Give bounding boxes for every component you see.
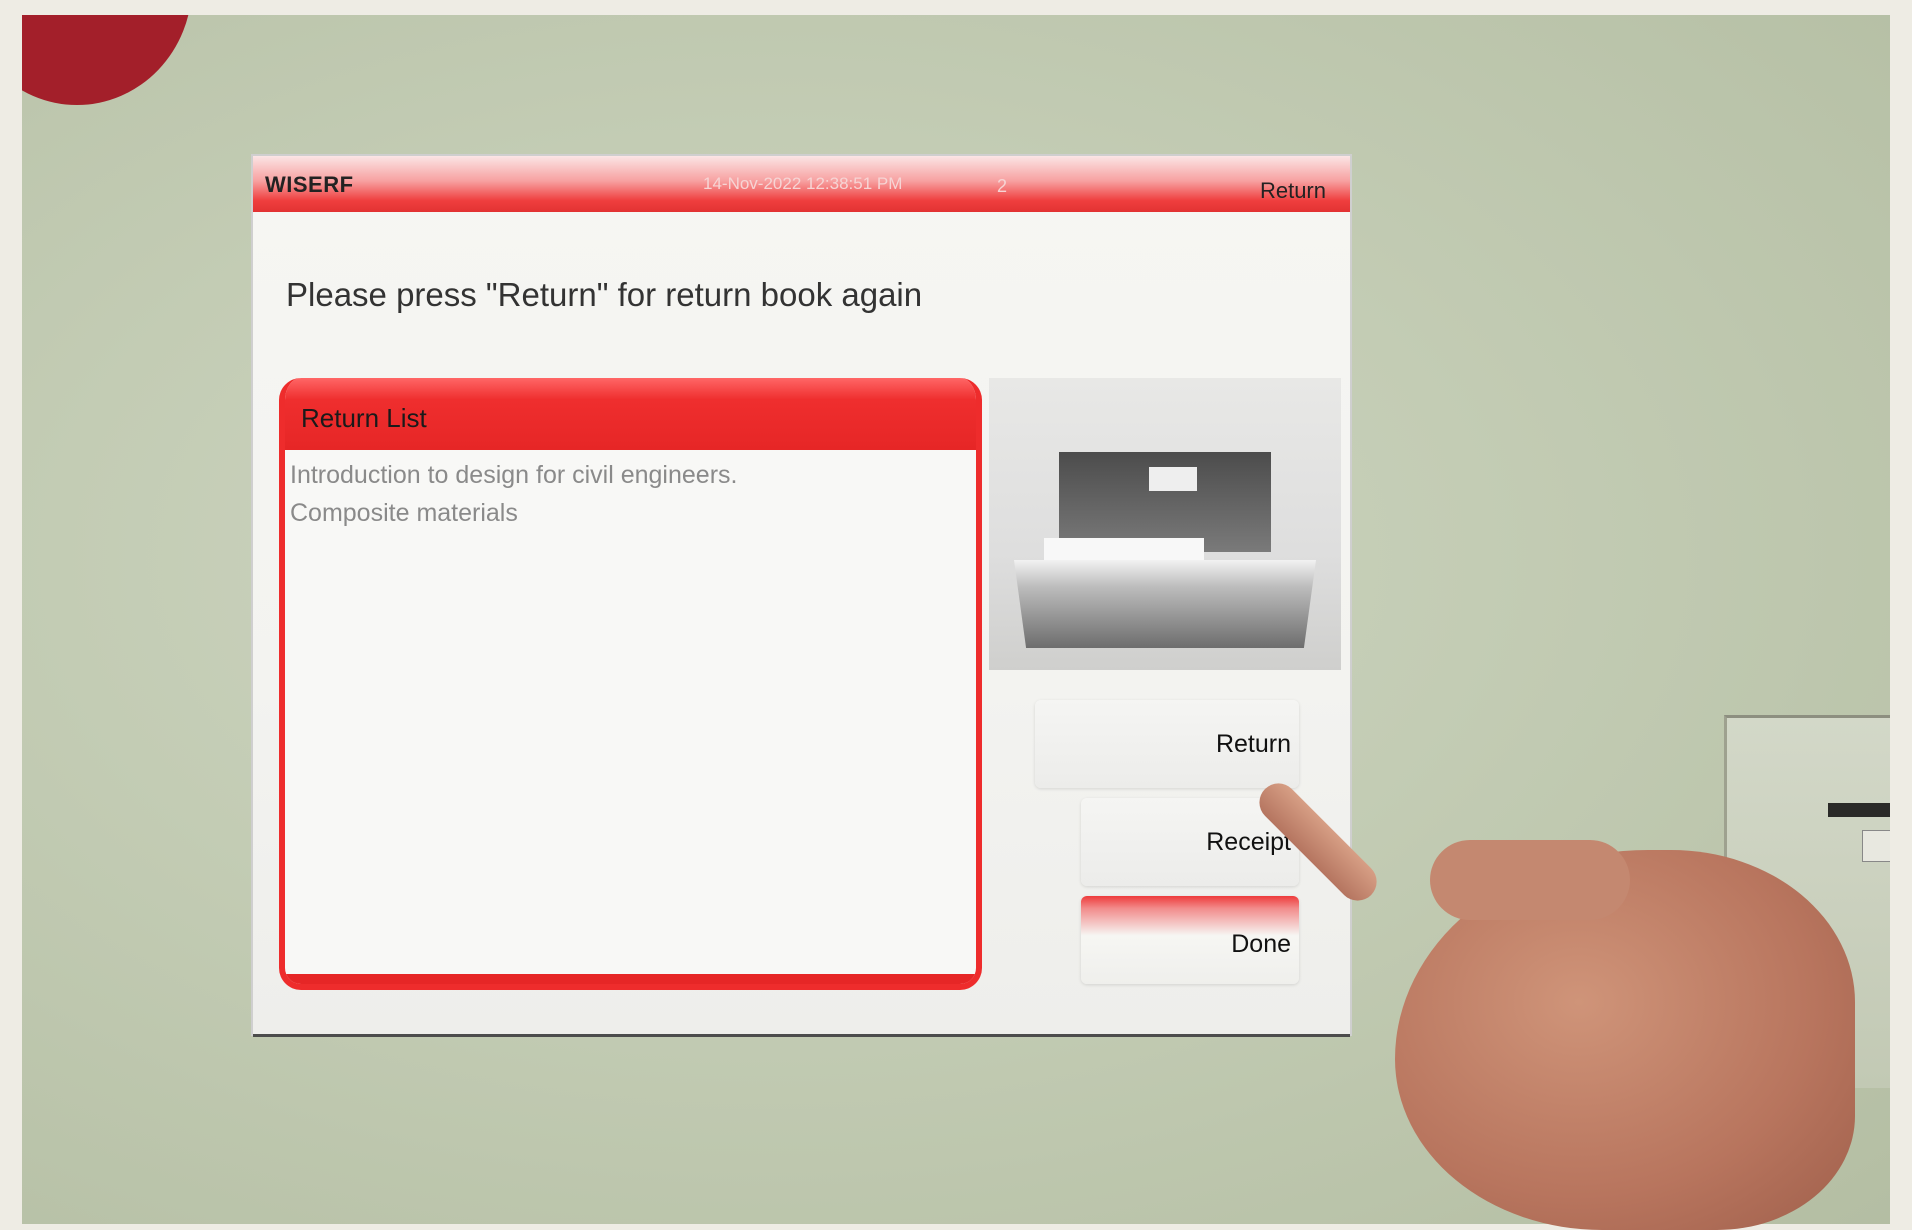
kiosk-screen: WISERF 14-Nov-2022 12:38:51 PM 2 Return … [253, 156, 1350, 1034]
bin-back-wall [1059, 452, 1271, 552]
corner-badge [22, 15, 192, 105]
wall-slot [1828, 803, 1890, 817]
title-bar: WISERF 14-Nov-2022 12:38:51 PM 2 Return [253, 156, 1350, 212]
datetime-display: 14-Nov-2022 12:38:51 PM [703, 174, 903, 193]
brand-logo: WISERF [265, 172, 354, 197]
return-button[interactable]: Return [1035, 700, 1299, 788]
instruction-text: Please press "Return" for return book ag… [286, 276, 923, 313]
bin-window [1149, 467, 1197, 491]
return-list-items: Introduction to design for civil enginee… [290, 456, 737, 532]
return-bin-image [989, 378, 1341, 670]
return-list-panel: Return List Introduction to design for c… [279, 378, 982, 990]
return-list-title: Return List [301, 403, 427, 433]
done-button[interactable]: Done [1081, 896, 1299, 984]
status-number: 2 [997, 176, 1008, 196]
mode-label: Return [1259, 178, 1326, 203]
list-item: Introduction to design for civil enginee… [290, 461, 738, 489]
return-list-footer [285, 974, 976, 984]
wall-label-plate [1862, 830, 1890, 862]
hand-knuckle [1430, 840, 1630, 920]
return-list-header: Return List [285, 378, 976, 450]
bin-tray [1014, 560, 1316, 648]
list-item: Composite materials [290, 499, 518, 527]
